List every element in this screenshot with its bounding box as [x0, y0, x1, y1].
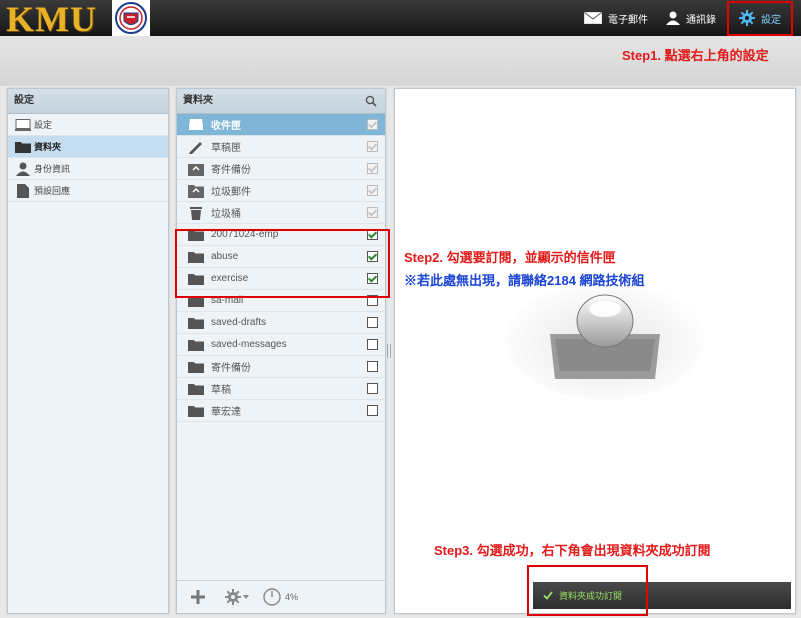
folders-panel: 資料夾 收件匣 草稿匣 寄件備份 垃圾郵件 垃圾桶 20071024-emp abuse ex… — [176, 88, 386, 614]
folder-icon — [185, 317, 207, 329]
folder-name: saved-messages — [211, 339, 287, 350]
junk-icon — [185, 184, 207, 198]
folder-name: 收件匣 — [211, 121, 241, 132]
folder-name: 寄件備份 — [211, 363, 251, 374]
subscribe-checkbox — [367, 207, 378, 218]
folder-row[interactable]: 垃圾郵件 — [177, 180, 385, 202]
inbox-icon — [185, 118, 207, 131]
contacts-nav-link[interactable]: 通訊錄 — [666, 0, 716, 36]
folder-name: saved-drafts — [211, 317, 267, 328]
folder-actions-menu-button[interactable] — [225, 589, 249, 605]
settings-panel-title: 設定 — [8, 89, 168, 114]
step2-note: Step2. 勾選要訂閱，並顯示的信件匣 — [404, 250, 616, 265]
plus-icon — [191, 590, 205, 604]
gear-icon — [225, 589, 241, 605]
folder-row[interactable]: 草稿 — [177, 378, 385, 400]
add-folder-button[interactable] — [191, 590, 205, 604]
folder-row[interactable]: 寄件備份 — [177, 356, 385, 378]
settings-item-general[interactable]: 設定 — [8, 114, 168, 136]
subscribe-checkbox — [367, 119, 378, 130]
top-bar: KMU 電子郵件 通訊錄 設定 — [0, 0, 801, 39]
settings-item-folders[interactable]: 資料夾 — [8, 136, 168, 158]
folders-panel-footer: 4% — [177, 580, 385, 613]
trash-icon — [185, 206, 207, 220]
folder-icon — [185, 405, 207, 417]
step2-subnote: ※若此處無出現，請聯絡2184 網路技術組 — [404, 273, 645, 288]
sent-icon — [185, 162, 207, 176]
folder-row[interactable]: 收件匣 — [177, 114, 385, 136]
subscribe-checkbox[interactable] — [367, 339, 378, 350]
settings-sections-panel: 設定 設定 資料夾 身份資訊 預設回應 — [7, 88, 169, 614]
user-icon — [16, 162, 30, 176]
folder-row[interactable]: 草稿匣 — [177, 136, 385, 158]
settings-item-label: 資料夾 — [34, 142, 62, 152]
panel-splitter[interactable] — [387, 344, 391, 358]
settings-item-label: 身份資訊 — [34, 164, 71, 174]
subscribe-checkbox — [367, 141, 378, 152]
step3-note: Step3. 勾選成功，右下角會出現資料夾成功訂閱 — [434, 543, 711, 558]
folder-name: 寄件備份 — [211, 165, 251, 176]
caret-down-icon — [243, 595, 249, 599]
person-icon — [666, 11, 680, 25]
folder-name: 草稿 — [211, 385, 231, 396]
subscribe-checkbox — [367, 185, 378, 196]
search-icon[interactable] — [365, 95, 377, 107]
subscribe-checkbox[interactable] — [367, 383, 378, 394]
quota-indicator: 4% — [263, 588, 298, 606]
mail-nav-link[interactable]: 電子郵件 — [584, 0, 648, 36]
pencil-icon — [185, 140, 207, 154]
document-icon — [17, 183, 29, 198]
folders-panel-title-text: 資料夾 — [183, 95, 213, 106]
subscribe-checkbox[interactable] — [367, 361, 378, 372]
folders-panel-title: 資料夾 — [177, 89, 385, 114]
step2-highlight-box — [175, 229, 390, 298]
monitor-icon — [15, 118, 31, 131]
mail-nav-label: 電子郵件 — [608, 14, 648, 26]
settings-item-identities[interactable]: 身份資訊 — [8, 158, 168, 180]
envelope-icon — [584, 12, 602, 24]
folder-icon — [185, 339, 207, 351]
folder-name: 垃圾桶 — [211, 209, 241, 220]
step1-note: Step1. 點選右上角的設定 — [622, 48, 769, 63]
folder-name: 垃圾郵件 — [211, 187, 251, 198]
settings-item-label: 預設回應 — [34, 186, 71, 196]
subscribe-checkbox[interactable] — [367, 405, 378, 416]
quota-clock-icon — [263, 588, 281, 606]
folder-row[interactable]: 寄件備份 — [177, 158, 385, 180]
logo-text: KMU — [6, 0, 97, 39]
folder-row[interactable]: 垃圾桶 — [177, 202, 385, 224]
university-seal-icon — [112, 0, 150, 36]
folder-name: 華宏達 — [211, 407, 241, 418]
subscribe-checkbox[interactable] — [367, 317, 378, 328]
content-panel — [394, 88, 796, 614]
folder-row[interactable]: saved-drafts — [177, 312, 385, 334]
folder-icon — [185, 383, 207, 395]
settings-item-responses[interactable]: 預設回應 — [8, 180, 168, 202]
folder-row[interactable]: saved-messages — [177, 334, 385, 356]
folder-name: 草稿匣 — [211, 143, 241, 154]
contacts-nav-label: 通訊錄 — [686, 14, 716, 26]
folder-icon — [15, 141, 31, 153]
folder-icon — [185, 361, 207, 373]
quota-text: 4% — [285, 592, 299, 602]
step3-highlight-box — [527, 565, 648, 616]
settings-item-label: 設定 — [34, 120, 53, 130]
subscribe-checkbox — [367, 163, 378, 174]
folder-row[interactable]: 華宏達 — [177, 400, 385, 422]
step1-highlight-box — [727, 1, 793, 36]
